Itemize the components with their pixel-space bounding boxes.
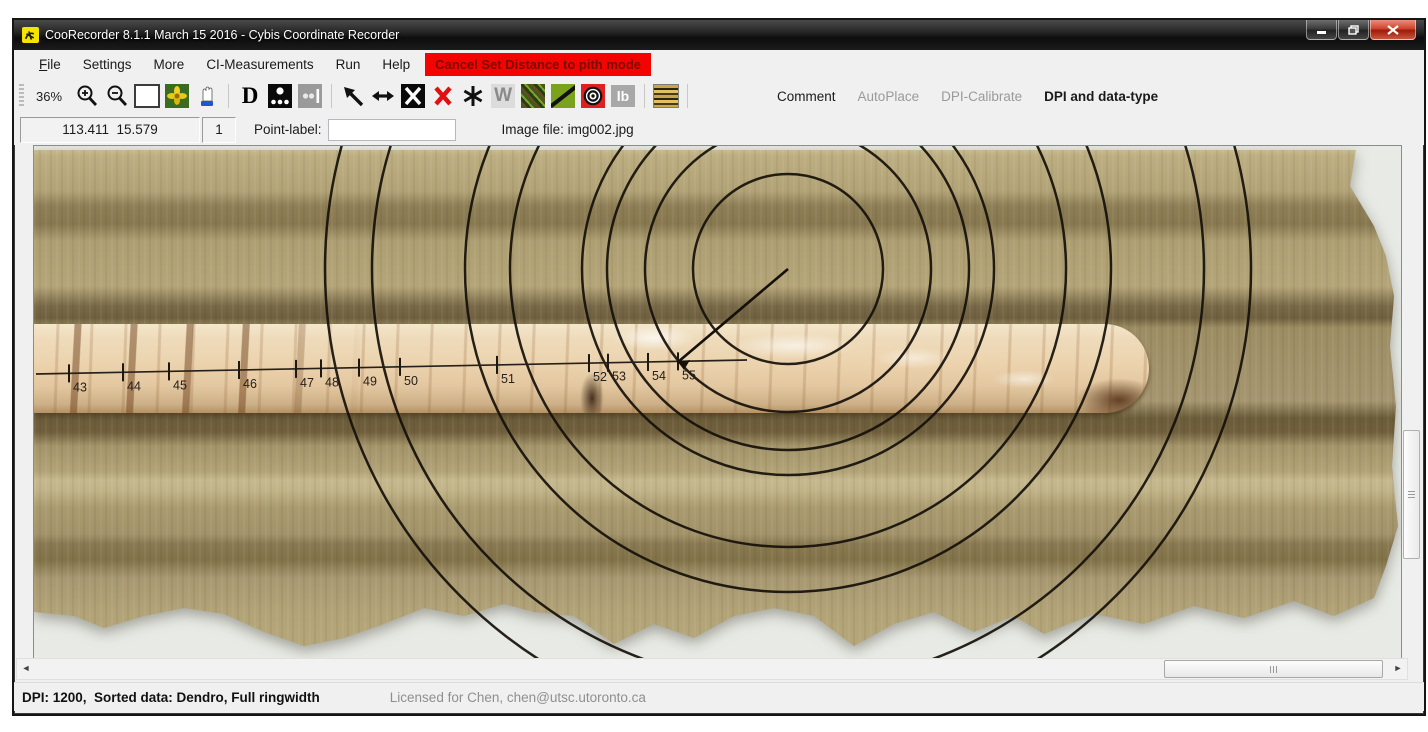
svg-text:47: 47 (300, 376, 314, 390)
core-sample-icon[interactable] (653, 83, 679, 109)
svg-text:48: 48 (325, 375, 339, 389)
point-number: 1 (202, 117, 236, 143)
measurement-tick-55[interactable]: 55 (678, 352, 696, 382)
measurement-tick-50[interactable]: 50 (400, 358, 418, 388)
app-window: CooRecorder 8.1.1 March 15 2016 - Cybis … (12, 18, 1426, 716)
point-label-input[interactable] (328, 119, 456, 141)
toolbar-separator (331, 84, 332, 108)
svg-text:52: 52 (593, 370, 607, 384)
image-file-label: Image file: img002.jpg (502, 122, 634, 137)
menu-more[interactable]: More (143, 53, 196, 76)
point-label-caption: Point-label: (254, 122, 322, 137)
toolbar-text-buttons: Comment AutoPlace DPI-Calibrate DPI and dat… (766, 89, 1169, 104)
toolbar-separator (644, 84, 645, 108)
svg-text:43: 43 (73, 380, 87, 394)
pith-circles (325, 146, 1251, 658)
x-square-icon[interactable] (400, 83, 426, 109)
svg-text:53: 53 (612, 370, 626, 384)
status-license: Licensed for Chen, chen@utsc.utoronto.ca (390, 690, 646, 705)
window-title: CooRecorder 8.1.1 March 15 2016 - Cybis … (45, 28, 399, 42)
w-tool-icon[interactable]: W (490, 83, 516, 109)
measurement-tick-54[interactable]: 54 (648, 353, 666, 383)
dpi-calibrate-button: DPI-Calibrate (941, 89, 1022, 104)
toolbar-icons: D Wlb (72, 83, 694, 109)
comment-button[interactable]: Comment (777, 89, 836, 104)
red-x-icon[interactable] (430, 83, 456, 109)
svg-text:44: 44 (127, 379, 141, 393)
measurement-tick-43[interactable]: 43 (69, 364, 87, 394)
zoom-out-icon[interactable] (104, 83, 130, 109)
image-canvas[interactable]: 43 44 45 46 47 48 49 50 51 52 53 54 55 (33, 145, 1402, 659)
menu-ci-measurements[interactable]: CI-Measurements (195, 53, 324, 76)
measurement-tick-49[interactable]: 49 (359, 359, 377, 389)
cursor-coordinates: 113.411 15.579 (20, 117, 200, 143)
pith-bullseye-icon[interactable] (580, 83, 606, 109)
menu-run[interactable]: Run (325, 53, 372, 76)
d-points-mode-icon[interactable]: D (237, 83, 263, 109)
svg-text:54: 54 (652, 369, 666, 383)
toolbar-separator (687, 84, 688, 108)
cancel-set-distance-to-pith-button[interactable]: Cancel Set Distance to pith mode (425, 53, 651, 76)
points-pattern-icon[interactable] (267, 83, 293, 109)
scroll-left-arrow[interactable]: ◄ (17, 659, 35, 677)
autoplace-button: AutoPlace (858, 89, 920, 104)
menu-settings[interactable]: Settings (72, 53, 143, 76)
status-dpi-info: DPI: 1200, Sorted data: Dendro, Full rin… (22, 690, 320, 705)
dpi-datatype-button[interactable]: DPI and data-type (1044, 89, 1158, 104)
rectangle-select-icon[interactable] (134, 83, 160, 109)
app-icon (22, 27, 39, 43)
arrow-horizontal-icon[interactable] (370, 83, 396, 109)
svg-text:55: 55 (682, 368, 696, 382)
measurement-tick-44[interactable]: 44 (123, 363, 141, 393)
zoom-in-icon[interactable] (74, 83, 100, 109)
gap-points-icon[interactable] (297, 83, 323, 109)
toolbar-separator (228, 84, 229, 108)
measurement-tick-45[interactable]: 45 (169, 362, 187, 392)
measurement-overlay: 43 44 45 46 47 48 49 50 51 52 53 54 55 (34, 146, 1401, 658)
title-bar[interactable]: CooRecorder 8.1.1 March 15 2016 - Cybis … (14, 20, 1424, 50)
measurement-tick-52[interactable]: 52 (589, 354, 607, 384)
vertical-scrollbar-thumb[interactable] (1403, 430, 1420, 559)
horizontal-scrollbar-thumb[interactable] (1164, 660, 1383, 678)
flower-image-icon[interactable] (164, 83, 190, 109)
toolbar: 36% D Wlb Comment AutoPlace DPI-Calibrate DP… (14, 78, 1424, 115)
status-bar: DPI: 1200, Sorted data: Dendro, Full rin… (14, 682, 1424, 711)
scroll-right-arrow[interactable]: ► (1389, 659, 1407, 677)
measurement-tick-46[interactable]: 46 (239, 361, 257, 391)
svg-text:46: 46 (243, 377, 257, 391)
arrow-northwest-icon[interactable] (340, 83, 366, 109)
coordinate-bar: 113.411 15.579 1 Point-label: Image file… (14, 114, 1424, 145)
menu-bar: FileSettingsMoreCI-MeasurementsRunHelp C… (14, 50, 1424, 79)
menu-help[interactable]: Help (371, 53, 421, 76)
measurement-tick-53[interactable]: 53 (608, 354, 626, 384)
close-button[interactable] (1370, 20, 1416, 40)
green-diagonal-icon[interactable] (550, 83, 576, 109)
svg-text:51: 51 (501, 372, 515, 386)
lb-icon[interactable]: lb (610, 83, 636, 109)
svg-text:45: 45 (173, 378, 187, 392)
vertical-scrollbar[interactable] (1402, 145, 1420, 657)
svg-text:49: 49 (363, 375, 377, 389)
zoom-level-label: 36% (36, 89, 62, 104)
menu-items: FileSettingsMoreCI-MeasurementsRunHelp (28, 53, 421, 76)
wood-texture-icon[interactable] (520, 83, 546, 109)
measurement-tick-47[interactable]: 47 (296, 360, 314, 390)
minimize-button[interactable] (1306, 20, 1337, 40)
menu-file[interactable]: File (28, 53, 72, 76)
asterisk-point-icon[interactable] (460, 83, 486, 109)
horizontal-scrollbar[interactable]: ◄ ► (16, 658, 1408, 680)
svg-text:50: 50 (404, 374, 418, 388)
screenshot-root: CooRecorder 8.1.1 March 15 2016 - Cybis … (0, 0, 1428, 732)
restore-button[interactable] (1338, 20, 1369, 40)
pan-hand-icon[interactable] (194, 83, 220, 109)
window-controls (1305, 20, 1416, 40)
measurement-tick-51[interactable]: 51 (497, 356, 515, 386)
toolbar-grip (19, 84, 24, 108)
